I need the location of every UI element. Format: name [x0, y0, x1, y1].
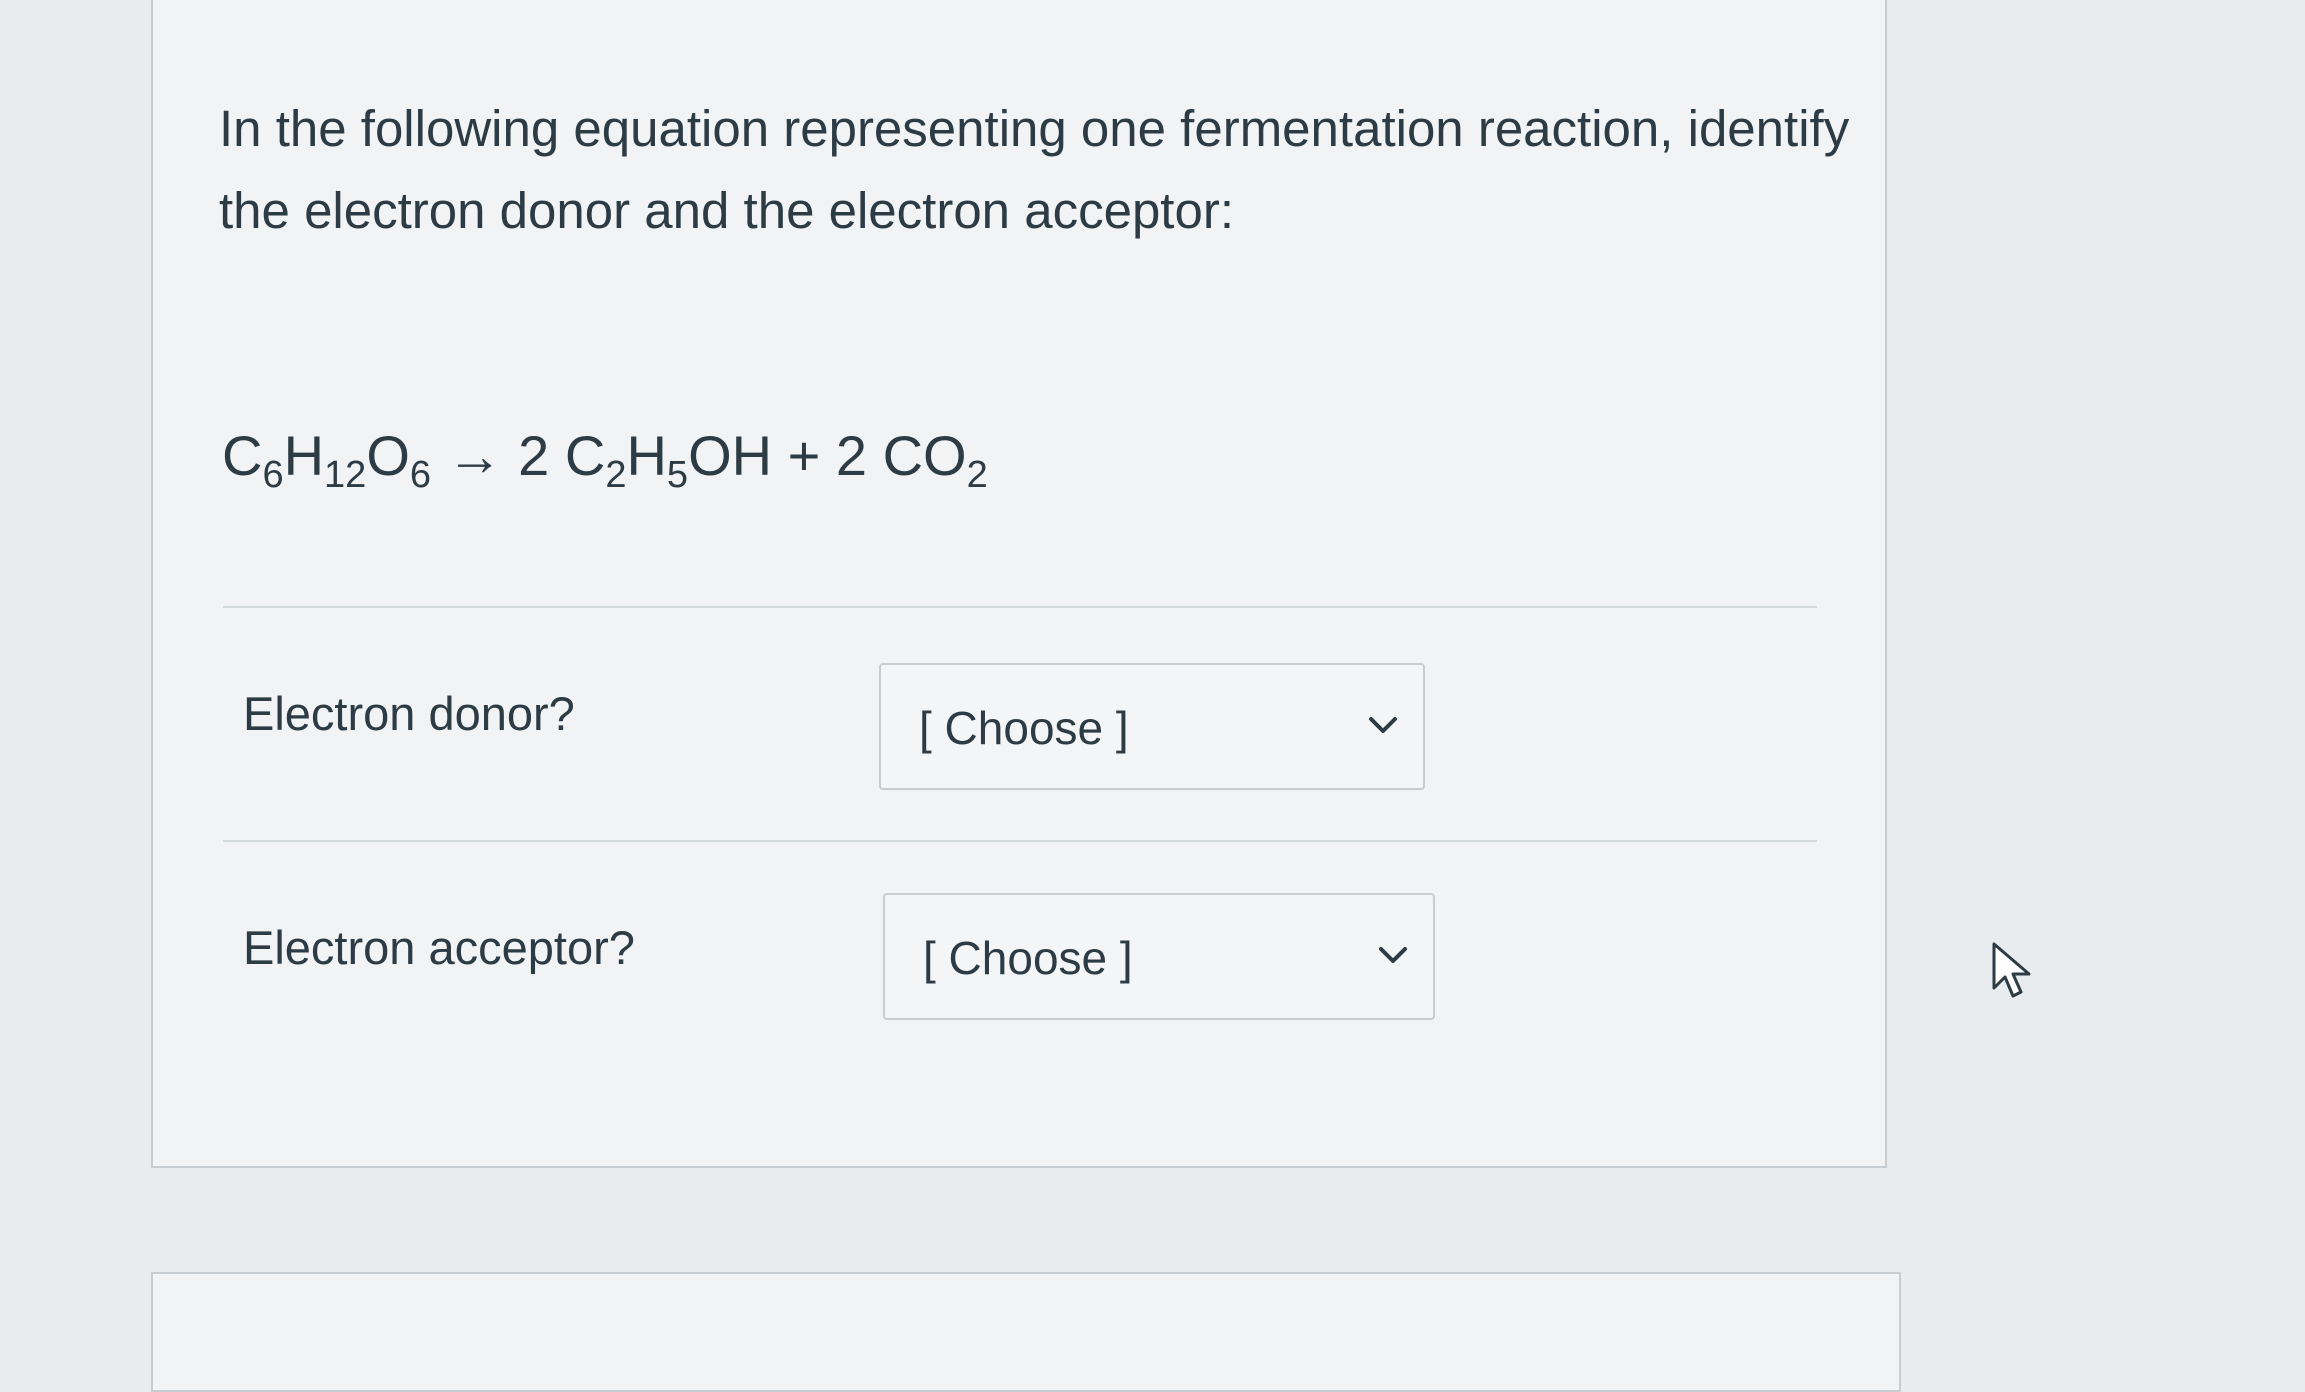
electron-donor-label: Electron donor?: [243, 687, 575, 740]
question-card: In the following equation representing o…: [151, 0, 1887, 1168]
co2-coefficient: 2: [835, 424, 868, 487]
co2-formula: CO2: [882, 424, 988, 496]
ethanol-coefficient: 2: [518, 424, 550, 487]
electron-acceptor-label: Electron acceptor?: [243, 921, 635, 974]
electron-donor-select-value: [ Choose ]: [919, 702, 1129, 754]
electron-donor-select[interactable]: [ Choose ]: [879, 663, 1425, 790]
next-question-card: [151, 1272, 1901, 1392]
question-prompt: In the following equation representing o…: [219, 100, 1850, 239]
chevron-down-icon: [1379, 947, 1407, 963]
glucose-formula: C6H12O6: [222, 424, 432, 496]
chevron-down-icon: [1369, 717, 1397, 733]
electron-acceptor-select-value: [ Choose ]: [923, 932, 1133, 984]
reaction-arrow: →: [446, 424, 503, 487]
divider: [223, 606, 1817, 608]
mouse-cursor-icon: [1992, 942, 2031, 998]
ethanol-formula: C2H5OH: [564, 424, 773, 496]
chemical-equation: C6H12O6 → 2 C2H5OH + 2 CO2: [222, 416, 988, 496]
divider: [223, 840, 1817, 842]
plus-sign: +: [787, 424, 821, 487]
electron-acceptor-select[interactable]: [ Choose ]: [883, 893, 1435, 1020]
